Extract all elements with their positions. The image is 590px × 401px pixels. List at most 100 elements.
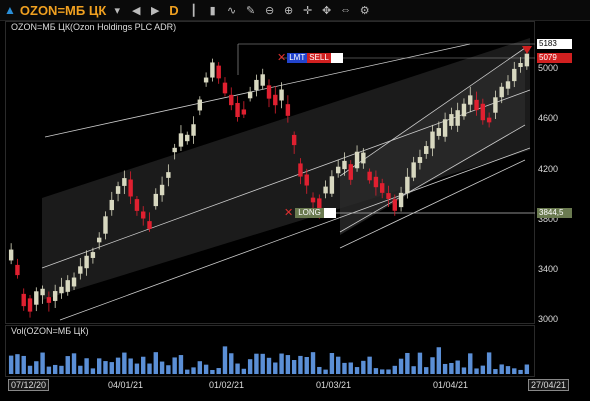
- candle-body: [279, 89, 284, 101]
- candle-body: [455, 110, 460, 126]
- volume-bar: [442, 363, 448, 374]
- volume-bar: [279, 353, 284, 374]
- volume-bar: [222, 346, 228, 374]
- volume-bar: [59, 365, 64, 374]
- volume-bar: [348, 362, 353, 374]
- volume-bar: [109, 362, 114, 374]
- candle-body: [424, 146, 429, 154]
- volume-bar: [367, 356, 372, 374]
- volume-bar: [417, 352, 423, 374]
- volume-bar: [229, 353, 234, 374]
- candle-body: [310, 197, 316, 203]
- volume-bar: [52, 364, 58, 374]
- volume-bar: [335, 356, 341, 374]
- candle-body: [78, 266, 83, 274]
- candle-body: [159, 184, 165, 196]
- volume-bar: [392, 365, 397, 374]
- x-tick: 01/03/21: [316, 380, 352, 390]
- volume-bar: [96, 358, 102, 374]
- volume-bar: [480, 365, 486, 374]
- candle-body: [235, 102, 240, 118]
- candle-body: [222, 82, 228, 94]
- volume-bar: [486, 352, 492, 374]
- volume-bar: [115, 357, 121, 374]
- volume-bar: [430, 357, 435, 374]
- volume-bar: [147, 363, 152, 374]
- candle-body: [147, 221, 152, 229]
- candle-body: [480, 103, 486, 121]
- candle-body: [474, 99, 479, 111]
- position-qty-box[interactable]: [323, 208, 336, 218]
- volume-bar: [354, 367, 360, 374]
- close-order-icon[interactable]: ✕: [277, 53, 286, 64]
- volume-bar: [122, 352, 127, 374]
- candle-body: [247, 91, 253, 99]
- volume-bar: [266, 357, 272, 374]
- candle-body: [46, 297, 52, 303]
- volume-bars: [8, 346, 530, 374]
- candle-body: [115, 186, 121, 194]
- regression-channel-fill: [42, 38, 530, 300]
- y-tick: 4600: [538, 113, 559, 123]
- candle-body: [166, 172, 171, 178]
- candle-body: [499, 86, 504, 98]
- candle-body: [109, 199, 114, 211]
- volume-bar: [191, 367, 196, 374]
- volume-bar: [317, 366, 322, 374]
- volume-bar: [505, 366, 511, 374]
- candle-body: [436, 128, 442, 136]
- volume-bar: [185, 369, 190, 374]
- candle-body: [71, 277, 77, 287]
- candle-body: [304, 174, 309, 186]
- volume-bar: [15, 354, 20, 374]
- volume-bar: [178, 355, 184, 374]
- sell-order-label[interactable]: ✕ LMT SELL: [277, 53, 343, 64]
- volume-bar: [27, 365, 33, 374]
- candle-body: [34, 291, 39, 305]
- volume-bar: [323, 369, 328, 374]
- volume-bar: [449, 362, 454, 374]
- candle-body: [84, 255, 89, 269]
- lmt-badge: LMT: [287, 53, 308, 63]
- candle-body: [197, 99, 203, 111]
- y-tick: 4200: [538, 164, 559, 174]
- candle-body: [103, 216, 108, 234]
- volume-bar: [273, 362, 278, 374]
- x-start-label: 07/12/20: [8, 379, 50, 391]
- candle-body: [285, 104, 291, 116]
- volume-bar: [342, 362, 347, 374]
- candle-body: [191, 124, 196, 136]
- candle-body: [417, 157, 423, 163]
- candle-body: [524, 53, 530, 67]
- candle-body: [335, 166, 341, 174]
- volume-title: Vol(OZON=МБ ЦК): [11, 326, 89, 336]
- volume-bar: [141, 356, 146, 374]
- volume-bar: [153, 352, 158, 374]
- volume-bar: [329, 352, 335, 374]
- x-end-label: 27/04/21: [528, 379, 570, 391]
- candle-body: [210, 62, 215, 78]
- candle-body: [260, 74, 265, 86]
- order-qty-box[interactable]: [330, 53, 343, 63]
- volume-bar: [21, 355, 26, 374]
- volume-bar: [197, 361, 203, 374]
- volume-bar: [254, 353, 259, 374]
- volume-bar: [65, 356, 70, 374]
- volume-bar: [468, 353, 473, 374]
- volume-bar: [380, 369, 385, 374]
- volume-bar: [71, 353, 77, 374]
- candle-body: [505, 81, 511, 89]
- long-position-label[interactable]: ✕ LONG: [284, 208, 336, 219]
- candle-body: [216, 65, 221, 79]
- candle-body: [254, 79, 259, 91]
- volume-bar: [386, 369, 391, 374]
- candle-body: [405, 176, 410, 194]
- y-tick: 5000: [538, 63, 559, 73]
- close-position-icon[interactable]: ✕: [284, 208, 293, 219]
- volume-bar: [134, 363, 140, 374]
- volume-bar: [304, 357, 309, 374]
- volume-bar: [405, 352, 410, 374]
- candle-body: [329, 176, 335, 194]
- candle-body: [442, 119, 448, 137]
- candle-body: [266, 85, 272, 99]
